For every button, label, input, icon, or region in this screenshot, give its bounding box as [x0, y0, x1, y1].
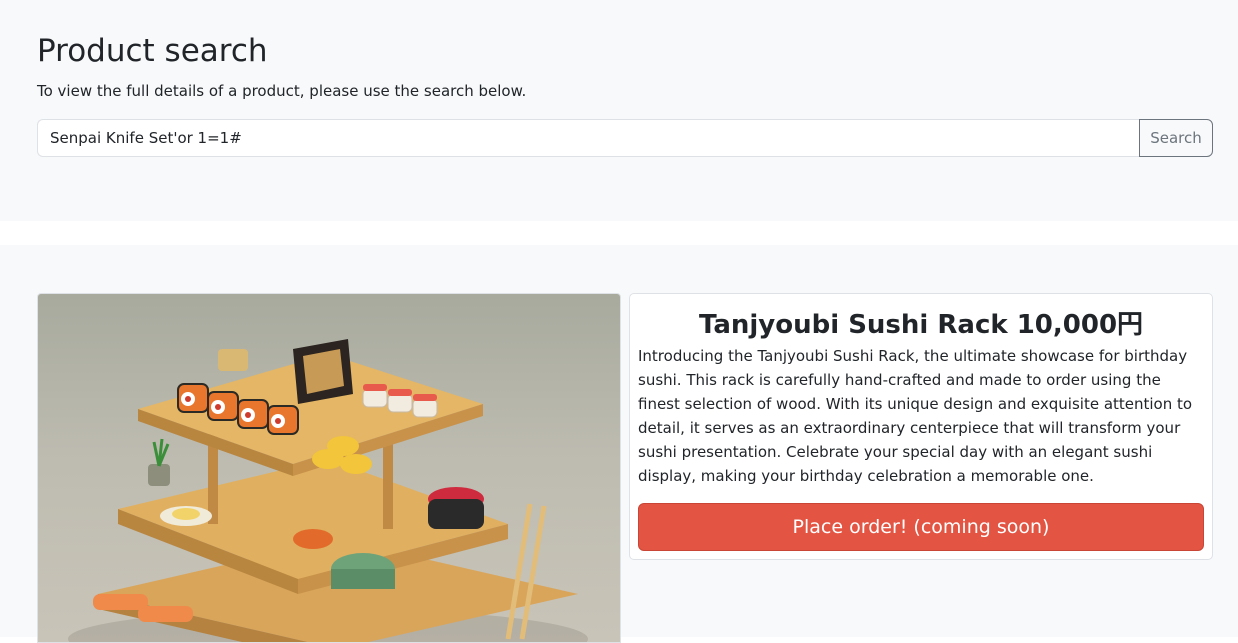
product-title: Tanjyoubi Sushi Rack 10,000円 [698, 310, 1144, 340]
search-input[interactable] [37, 119, 1140, 157]
place-order-button[interactable]: Place order! (coming soon) [638, 503, 1204, 551]
search-section: Product search To view the full details … [0, 0, 1238, 221]
product-image [37, 293, 621, 643]
page-subtitle: To view the full details of a product, p… [37, 82, 527, 100]
search-button[interactable]: Search [1139, 119, 1213, 157]
product-description: Introducing the Tanjyoubi Sushi Rack, th… [638, 347, 1193, 485]
sushi-rack-illustration [68, 339, 588, 642]
product-card: Tanjyoubi Sushi Rack 10,000円 Introducing… [629, 293, 1213, 560]
page-title: Product search [37, 33, 268, 69]
section-divider [0, 221, 1238, 245]
